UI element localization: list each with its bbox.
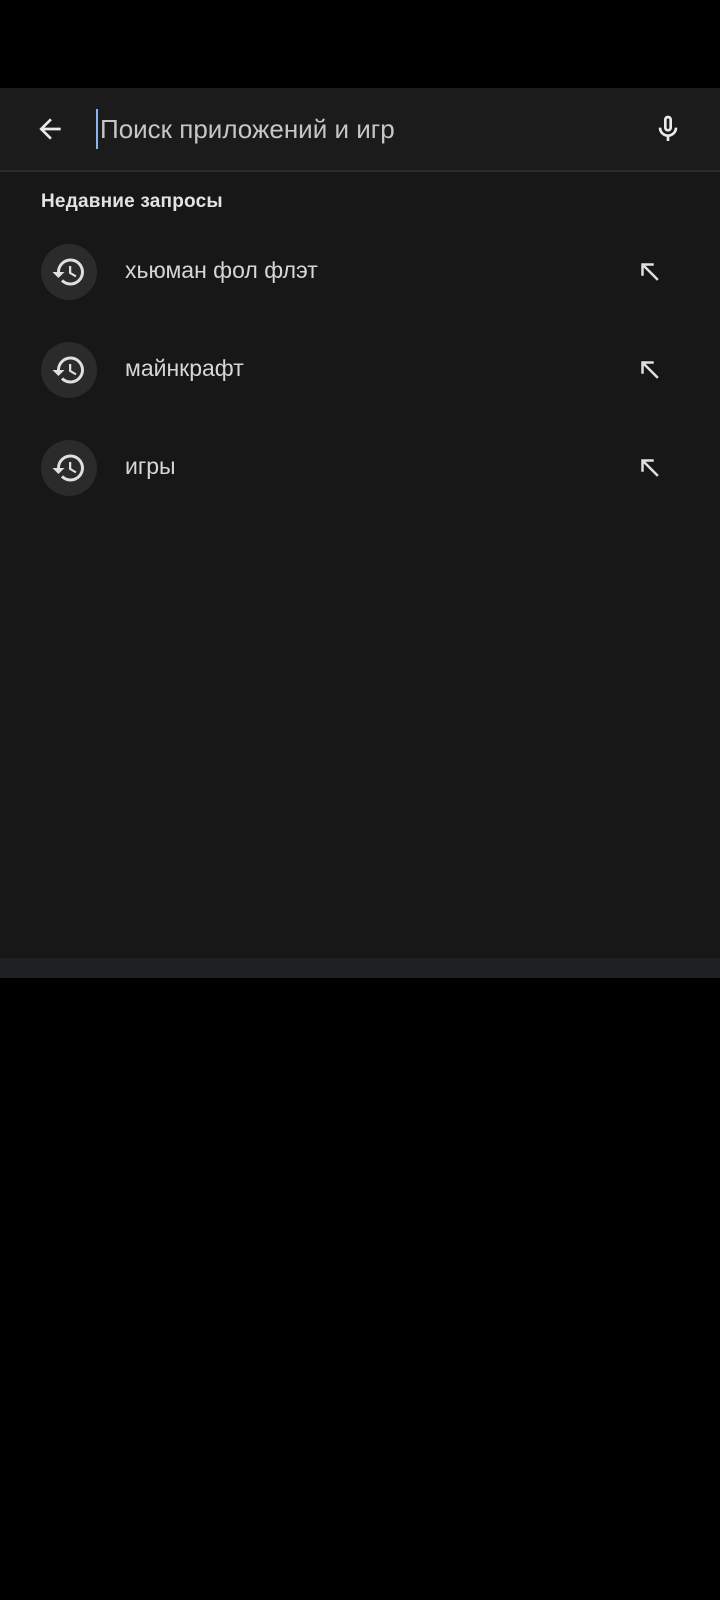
search-input[interactable] — [100, 100, 626, 158]
text-caret — [96, 109, 98, 149]
arrow-up-left-icon — [641, 263, 659, 281]
voice-search-button[interactable] — [640, 101, 696, 157]
fill-query-button[interactable] — [626, 444, 674, 492]
recent-searches-list: хьюман фол флэт майнкрафт игры — [0, 238, 720, 532]
recent-search-item[interactable]: майнкрафт — [0, 336, 720, 434]
search-sheet: Недавние запросы хьюман фол флэт — [0, 88, 720, 958]
fill-query-button[interactable] — [626, 248, 674, 296]
recent-search-item[interactable]: хьюман фол флэт — [0, 238, 720, 336]
history-icon-circle — [41, 342, 97, 398]
arrow-up-left-icon — [641, 361, 659, 379]
fill-query-button[interactable] — [626, 346, 674, 394]
recent-searches-title: Недавние запросы — [41, 191, 223, 212]
history-icon — [52, 258, 84, 286]
history-icon-circle — [41, 440, 97, 496]
history-icon-circle — [41, 244, 97, 300]
status-area — [0, 0, 720, 88]
screen: Недавние запросы хьюман фол флэт — [0, 0, 720, 1600]
microphone-icon — [658, 115, 678, 141]
history-icon — [52, 356, 84, 384]
recent-search-item[interactable]: игры — [0, 434, 720, 532]
arrow-left-icon — [39, 118, 61, 140]
arrow-up-left-icon — [641, 459, 659, 477]
search-field[interactable] — [96, 100, 626, 158]
recent-search-label: майнкрафт — [125, 355, 244, 381]
search-bar — [0, 88, 720, 170]
recent-search-label: хьюман фол флэт — [125, 257, 318, 283]
recent-search-label: игры — [125, 453, 176, 479]
search-divider — [0, 170, 720, 172]
sheet-bottom-strip — [0, 958, 720, 978]
back-button[interactable] — [22, 101, 78, 157]
history-icon — [52, 454, 84, 482]
